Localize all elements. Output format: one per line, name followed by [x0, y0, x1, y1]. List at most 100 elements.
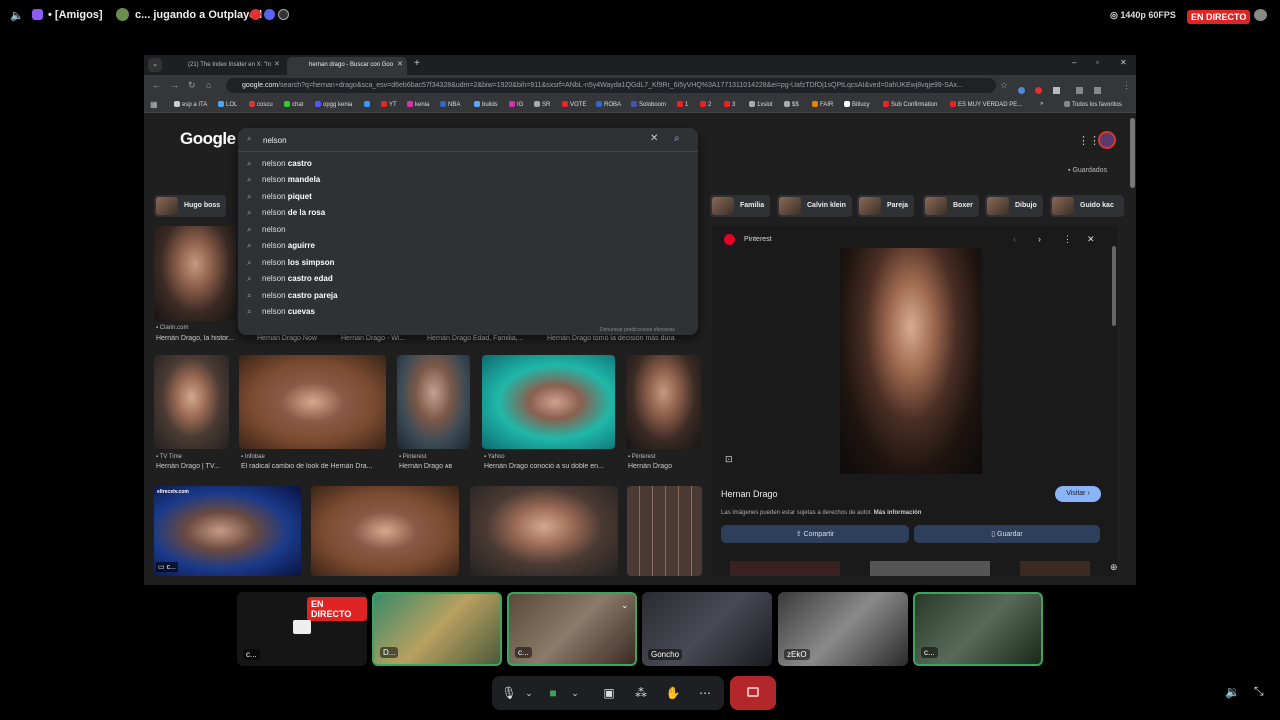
bookmark-item[interactable]: 1xslot — [749, 101, 773, 108]
bookmark-item[interactable]: coscu — [249, 101, 273, 108]
panel-source[interactable]: Pinterest — [744, 236, 772, 243]
result-caption[interactable]: Hernán Drago — [628, 463, 698, 470]
camera-icon[interactable]: ■ — [544, 684, 562, 702]
bookmark-item[interactable]: SR — [534, 101, 550, 108]
back-icon[interactable]: ← — [152, 80, 161, 90]
bookmark-item[interactable]: FAIR — [812, 101, 833, 108]
result-image[interactable] — [154, 355, 229, 449]
bookmark-item[interactable]: 2 — [700, 101, 711, 108]
apps-icon[interactable]: ▦ — [150, 100, 158, 109]
google-apps-icon[interactable]: ⋮⋮ — [1078, 134, 1100, 147]
menu-icon[interactable]: ⋮ — [1122, 80, 1131, 91]
call-tile[interactable]: zEkO — [778, 592, 908, 666]
result-caption[interactable]: Hernán Drago - Wi... — [341, 335, 417, 342]
bookmark-item[interactable]: Sub Confirmation — [883, 101, 937, 108]
result-caption[interactable]: Hernán Drago conoció a su doble en... — [484, 463, 619, 470]
bookmark-item[interactable]: Bitlucy — [844, 101, 870, 108]
close-icon[interactable]: ✕ — [397, 60, 403, 68]
chip-familia[interactable]: Familia — [710, 195, 771, 217]
bookmark-item[interactable]: esp a ITA — [174, 101, 207, 108]
disconnect-button[interactable] — [730, 676, 776, 710]
result-caption[interactable]: Hernán Drago Edad, Familia,... — [427, 335, 535, 342]
share-button[interactable]: ⇪ Compartir — [721, 525, 909, 543]
call-tile[interactable]: Goncho — [642, 592, 772, 666]
chip-guido[interactable]: Guido kac — [1050, 195, 1124, 217]
speaker-icon[interactable]: 🔈 — [10, 9, 24, 22]
suggestion-item[interactable]: ⌕ nelson castro — [238, 156, 698, 172]
result-image[interactable] — [239, 355, 386, 449]
bookmark-item[interactable]: YT — [381, 101, 397, 108]
call-tile[interactable]: D... — [372, 592, 502, 666]
suggestion-item[interactable]: ⌕ nelson mandela — [238, 172, 698, 188]
bookmark-item[interactable]: $$ — [784, 101, 799, 108]
address-bar[interactable]: google.com/search?q=hernan+drago&sca_esv… — [226, 78, 996, 93]
chat-icon[interactable] — [1254, 9, 1267, 21]
result-caption[interactable]: El radical cambio de look de Hernán Dra.… — [241, 463, 386, 470]
suggestion-item[interactable]: ⌕ nelson los simpson — [238, 255, 698, 271]
suggestion-item[interactable]: ⌕ nelson — [238, 222, 698, 238]
google-logo[interactable]: Google — [180, 129, 236, 149]
tile-menu-icon[interactable]: ⌄ — [621, 600, 629, 611]
chevron-down-icon[interactable]: ⌄ — [566, 684, 584, 702]
window-close-button[interactable]: ✕ — [1120, 58, 1127, 67]
chevron-down-icon[interactable]: ⌄ — [520, 684, 538, 702]
suggestion-item[interactable]: ⌕ nelson de la rosa — [238, 205, 698, 221]
chip-calvin-klein[interactable]: Calvin klein — [777, 195, 852, 217]
bookmark-item[interactable]: IG — [509, 101, 523, 108]
result-image[interactable] — [397, 355, 470, 449]
result-image[interactable] — [482, 355, 615, 449]
tab-x[interactable]: (21) The Index Insider en X: "In — [166, 57, 284, 75]
call-tile[interactable]: c... — [913, 592, 1043, 666]
save-button[interactable]: ▯ Guardar — [914, 525, 1100, 543]
report-predictions-link[interactable]: Denunciar predicciones ofensivas — [600, 327, 675, 333]
bookmark-item[interactable]: chat — [284, 101, 303, 108]
chip-hugo-boss[interactable]: Hugo boss — [154, 195, 227, 217]
bookmark-item[interactable]: opgg kenia — [315, 101, 352, 108]
bookmarks-overflow[interactable]: » — [1040, 101, 1043, 107]
result-caption[interactable]: Hernán Drago ᴀʙ — [399, 463, 469, 470]
bookmark-item[interactable]: LOL — [218, 101, 237, 108]
star-icon[interactable]: ☆ — [1000, 80, 1008, 91]
all-bookmarks[interactable]: Todos los favoritos — [1064, 101, 1122, 108]
activities-icon[interactable]: ⁂ — [632, 684, 650, 702]
call-tile[interactable]: EN DIRECTO c... — [237, 592, 367, 666]
result-image[interactable]: eltrecetv.com ▭ c... — [154, 486, 301, 576]
panel-scrollbar[interactable] — [1112, 246, 1116, 326]
suggestion-item[interactable]: ⌕ nelson aguirre — [238, 238, 698, 254]
bookmark-item[interactable]: NBA — [440, 101, 460, 108]
chip-pareja[interactable]: Pareja — [857, 195, 915, 217]
bookmark-item[interactable]: 3 — [724, 101, 735, 108]
more-icon[interactable]: ⋯ — [696, 684, 714, 702]
more-icon[interactable]: ⋮ — [1063, 234, 1072, 245]
volume-icon[interactable]: 🔉 — [1225, 685, 1240, 699]
result-caption[interactable]: Hernán Drago | TV... — [156, 463, 236, 470]
chip-boxer[interactable]: Boxer — [923, 195, 979, 217]
lens-icon[interactable]: ⊡ — [725, 454, 733, 465]
call-tile[interactable]: ⌄ c... — [507, 592, 637, 666]
zoom-icon[interactable]: ⊕ — [1110, 562, 1118, 573]
close-icon[interactable]: ✕ — [274, 60, 280, 68]
suggestion-item[interactable]: ⌕ nelson piquet — [238, 189, 698, 205]
extension-icons[interactable] — [1018, 81, 1118, 112]
suggestion-item[interactable]: ⌕ nelson castro edad — [238, 271, 698, 287]
result-caption[interactable]: Hernán Drago, la histor... — [156, 335, 246, 342]
soundboard-icon[interactable]: ✋ — [664, 684, 682, 702]
next-icon[interactable]: › — [1038, 234, 1041, 244]
prev-icon[interactable]: ‹ — [1013, 234, 1016, 244]
result-image[interactable] — [154, 226, 236, 321]
home-icon[interactable]: ⌂ — [206, 80, 211, 90]
search-button[interactable]: ⌕ — [674, 133, 680, 144]
bookmark-item[interactable]: builds — [474, 101, 498, 108]
panel-title[interactable]: Hernan Drago — [721, 489, 778, 499]
result-image[interactable] — [311, 486, 459, 576]
page-scrollbar[interactable] — [1130, 118, 1135, 188]
bookmark-item[interactable]: ROBA — [596, 101, 621, 108]
maximize-button[interactable]: ▫ — [1096, 58, 1099, 67]
search-input[interactable] — [263, 134, 643, 146]
result-caption[interactable]: Hernán Drago tomó la decisión más dura — [547, 335, 687, 342]
account-avatar[interactable] — [1098, 131, 1116, 149]
preview-image[interactable] — [840, 248, 982, 474]
bookmark-item[interactable] — [364, 101, 372, 108]
bookmark-item[interactable]: kenia — [407, 101, 429, 108]
tab-search-button[interactable]: ⌄ — [148, 58, 162, 72]
